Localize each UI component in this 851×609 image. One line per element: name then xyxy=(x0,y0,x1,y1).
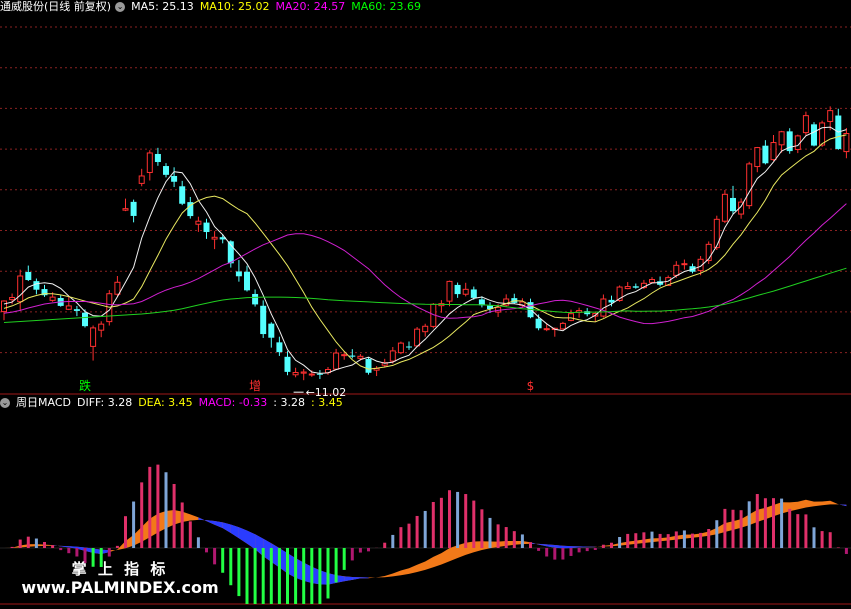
stock-chart[interactable]: 跌 增 $ ←11.02 xyxy=(0,0,851,609)
macd-band-blue xyxy=(222,522,231,534)
candle-up xyxy=(9,296,16,301)
signal-marker: $ xyxy=(527,379,535,393)
low-annotation-label: ←11.02 xyxy=(306,386,347,399)
macd-band-blue xyxy=(214,521,223,529)
candle-up xyxy=(122,208,129,211)
macd-band-blue xyxy=(60,545,69,548)
candle-up xyxy=(17,275,24,303)
candle-down xyxy=(252,293,259,305)
candle-up xyxy=(422,325,429,333)
signal-markers: 跌 增 $ ←11.02 xyxy=(79,378,534,399)
candle-down xyxy=(260,305,267,335)
candle-up xyxy=(794,135,801,150)
candle-up xyxy=(114,281,121,295)
candle-down xyxy=(276,342,283,353)
candle-up xyxy=(98,323,105,331)
candle-up xyxy=(802,115,809,134)
candle-up xyxy=(333,352,340,370)
candle-down xyxy=(284,356,291,372)
candle-up xyxy=(146,152,153,173)
candle-down xyxy=(365,358,372,373)
macd-band-blue xyxy=(360,577,369,579)
candle-up xyxy=(389,350,396,362)
candle-down xyxy=(203,222,210,233)
candle-down xyxy=(349,355,356,357)
macd-band-blue xyxy=(538,543,547,547)
candle-down xyxy=(811,124,817,146)
candle-up xyxy=(746,163,753,207)
candle-up xyxy=(754,147,761,168)
candle-up xyxy=(357,355,364,359)
candle-down xyxy=(130,201,137,216)
candle-up xyxy=(211,236,218,240)
macd-band-blue xyxy=(562,545,571,549)
candle-down xyxy=(454,284,461,295)
macd-band-blue xyxy=(344,576,353,582)
candle-down xyxy=(154,153,161,163)
candle-up xyxy=(195,220,202,225)
candle-up xyxy=(721,193,728,222)
candle-down xyxy=(535,318,542,329)
candle-up xyxy=(568,313,574,321)
candle-up xyxy=(446,280,453,302)
candle-down xyxy=(179,186,186,204)
watermark-cn: 掌 上 指 标 xyxy=(71,560,169,578)
macd-band-blue xyxy=(206,520,215,525)
candle-up xyxy=(292,372,299,376)
candle-up xyxy=(543,328,550,331)
candle-down xyxy=(316,373,323,375)
candle-up xyxy=(308,373,315,376)
candle-down xyxy=(235,271,242,277)
candle-down xyxy=(171,175,178,182)
line-ma60 xyxy=(3,267,847,323)
macd-band-blue xyxy=(230,524,239,539)
candle-up xyxy=(300,371,307,374)
candle-up xyxy=(843,132,850,153)
candle-up xyxy=(559,322,566,330)
macd-band-blue xyxy=(352,577,361,580)
candle-down xyxy=(730,197,736,212)
candle-up xyxy=(414,328,421,347)
macd-band-blue xyxy=(198,517,207,522)
macd-band-blue xyxy=(238,527,247,544)
candle-up xyxy=(770,142,777,161)
candle-up xyxy=(713,218,720,249)
candle-up xyxy=(649,279,655,283)
candle-up xyxy=(65,305,72,310)
candle-up xyxy=(681,263,688,266)
signal-marker: 增 xyxy=(249,379,261,393)
candle-up xyxy=(462,288,469,295)
macd-band-blue xyxy=(587,546,596,548)
candle-up xyxy=(778,131,785,146)
candle-up xyxy=(819,122,826,146)
signal-marker: 跌 xyxy=(79,378,91,393)
candle-up xyxy=(49,296,56,301)
candle-up xyxy=(827,110,834,122)
candle-up xyxy=(90,327,97,347)
watermark-url: www.PALMINDEX.com xyxy=(21,578,219,597)
macd-band-blue xyxy=(546,544,555,548)
candle-down xyxy=(33,281,40,290)
candle-up xyxy=(341,354,348,357)
candle-down xyxy=(163,166,169,175)
candle-down xyxy=(25,271,32,281)
candle-down xyxy=(470,289,477,298)
candle-down xyxy=(268,323,275,338)
candle-up xyxy=(673,264,680,276)
candle-down xyxy=(762,145,769,164)
candle-up xyxy=(1,300,7,313)
macd-band-blue xyxy=(247,530,256,550)
candle-up xyxy=(138,175,145,184)
candle-down xyxy=(244,271,250,291)
candle-up xyxy=(397,342,404,354)
macd-band-blue xyxy=(579,546,588,548)
candle-down xyxy=(632,286,639,288)
candle-down xyxy=(73,309,80,311)
candle-down xyxy=(406,346,412,348)
candle-down xyxy=(82,312,88,327)
candle-up xyxy=(624,286,631,290)
